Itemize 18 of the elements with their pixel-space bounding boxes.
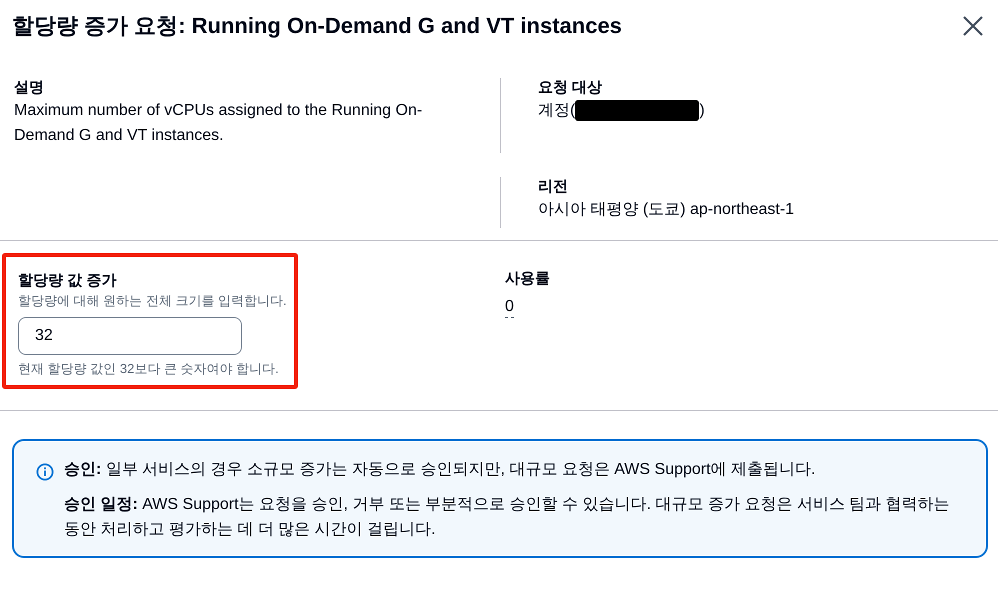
account-text: 계정( (538, 101, 576, 121)
quota-label: 할당량 값 증가 (18, 271, 118, 291)
info-paragraph: 승인: 일부 서비스의 경우 소규모 증가는 자동으로 승인되지만, 대규모 요청은 AWS Support에 제출됩니다. (64, 460, 816, 480)
quota-hint: 할당량에 대해 원하는 전체 크기를 입력합니다. (18, 292, 288, 310)
info-icon (36, 463, 54, 481)
region-text: 아시아 태평양 (도쿄) ap-northeast-1 (538, 200, 794, 220)
target-label: 요청 대상 (538, 78, 604, 98)
close-icon[interactable] (962, 15, 984, 37)
quota-input[interactable]: 32 (18, 317, 242, 355)
constraint-text: 현재 할당량 값인 32보다 큰 숫자여야 합니다. (18, 360, 280, 378)
usage-label: 사용률 (505, 269, 550, 289)
description-text: Maximum number of vCPUs assigned to the Running On-Demand G and VT instances. (14, 101, 424, 146)
description-label: 설명 (14, 78, 45, 98)
dialog-title: 할당량 증가 요청: Running On-Demand G and VT instances (12, 12, 622, 40)
account-text: ) (699, 101, 705, 121)
usage-value[interactable]: 0 (505, 297, 514, 318)
region-label: 리전 (538, 177, 569, 197)
info-paragraph: 승인 일정: AWS Support는 요청을 승인, 거부 또는 부분적으로 승인할 수 있습니다. 대규모 증가 요청은 서비스 팀과 협력하는 동안 처리하고 평가하는 데 더 많은 시간이 걸립니다. (64, 495, 951, 540)
